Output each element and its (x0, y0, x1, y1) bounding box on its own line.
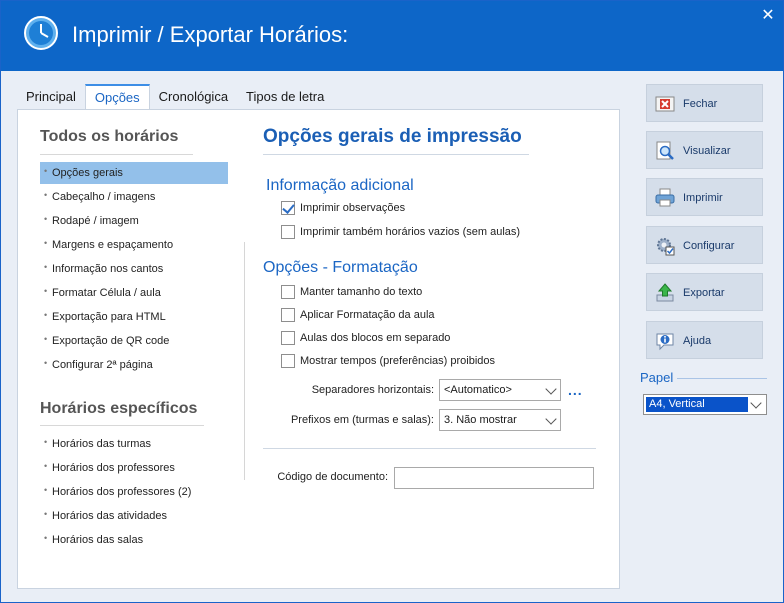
help-button[interactable]: Ajuda (646, 321, 763, 359)
page-title: Opções gerais de impressão (263, 126, 522, 147)
nav-item-horarios-salas[interactable]: Horários das salas (40, 529, 228, 551)
chevron-down-icon (750, 397, 762, 409)
configure-button[interactable]: Configurar (646, 226, 763, 264)
checkbox-box[interactable] (281, 331, 295, 345)
nav-item-cabecalho[interactable]: Cabeçalho / imagens (40, 186, 228, 208)
print-button[interactable]: Imprimir (646, 178, 763, 216)
checkbox-imprimir-vazios[interactable]: Imprimir também horários vazios (sem aul… (281, 223, 520, 241)
nav-item-exportacao-html[interactable]: Exportação para HTML (40, 306, 228, 328)
tab-opcoes[interactable]: Opções (84, 84, 150, 111)
checkbox-label: Aplicar Formatação da aula (300, 309, 435, 321)
close-doc-icon (655, 96, 675, 112)
more-options-button[interactable]: ... (568, 382, 583, 398)
window-title: Imprimir / Exportar Horários: (72, 22, 349, 47)
nav-item-horarios-atividades[interactable]: Horários das atividades (40, 505, 228, 527)
button-label: Ajuda (683, 335, 712, 347)
printer-icon (655, 188, 675, 207)
preview-button[interactable]: Visualizar (646, 131, 763, 169)
prefixes-select[interactable]: 3. Não mostrar (439, 409, 561, 431)
checkbox-label: Imprimir observações (300, 202, 406, 214)
prefixes-label: Prefixos em (turmas e salas): (290, 414, 434, 426)
checkbox-box[interactable] (281, 285, 295, 299)
divider (677, 378, 767, 379)
nav-item-margens[interactable]: Margens e espaçamento (40, 234, 228, 256)
chevron-down-icon (545, 413, 557, 425)
nav-item-rodape[interactable]: Rodapé / imagem (40, 210, 228, 232)
separators-label: Separadores horizontais: (311, 384, 434, 396)
export-icon (656, 283, 674, 302)
section-title-specific: Horários específicos (40, 400, 198, 417)
chevron-down-icon (545, 383, 557, 395)
divider (263, 448, 596, 449)
close-icon[interactable]: ✕ (761, 8, 775, 24)
divider (40, 154, 193, 155)
button-label: Configurar (683, 240, 735, 252)
checkbox-aulas-blocos[interactable]: Aulas dos blocos em separado (281, 329, 450, 347)
checkbox-label: Manter tamanho do texto (300, 286, 423, 298)
separators-value: <Automatico> (444, 384, 512, 396)
prefixes-value: 3. Não mostrar (444, 414, 517, 426)
button-label: Visualizar (683, 145, 731, 157)
paper-value: A4, Vertical (646, 397, 748, 412)
preview-icon (656, 141, 674, 160)
section-title-all: Todos os horários (40, 128, 179, 145)
nav-item-formatar-celula[interactable]: Formatar Célula / aula (40, 282, 228, 304)
nav-item-informacao-cantos[interactable]: Informação nos cantos (40, 258, 228, 280)
paper-select[interactable]: A4, Vertical (643, 394, 767, 415)
export-button[interactable]: Exportar (646, 273, 763, 311)
tab-bar: Principal Opções Cronológica Tipos de le… (17, 84, 333, 111)
checkbox-label: Mostrar tempos (preferências) proibidos (300, 355, 496, 367)
nav-item-opcoes-gerais[interactable]: Opções gerais (40, 162, 228, 184)
divider (40, 425, 204, 426)
checkbox-box[interactable] (281, 225, 295, 239)
checkbox-box[interactable] (281, 201, 295, 215)
vertical-divider (244, 242, 245, 480)
tab-cronologica[interactable]: Cronológica (150, 84, 237, 110)
dialog-window: Imprimir / Exportar Horários: ✕ Principa… (0, 0, 784, 603)
nav-item-horarios-professores[interactable]: Horários dos professores (40, 457, 228, 479)
settings-icon (657, 238, 675, 256)
nav-item-exportacao-qr[interactable]: Exportação de QR code (40, 330, 228, 352)
divider (263, 154, 529, 155)
button-label: Imprimir (683, 192, 723, 204)
separators-select[interactable]: <Automatico> (439, 379, 561, 401)
button-label: Fechar (683, 98, 718, 110)
nav-item-horarios-professores-2[interactable]: Horários dos professores (2) (40, 481, 228, 503)
clock-icon (24, 16, 58, 50)
checkbox-mostrar-tempos[interactable]: Mostrar tempos (preferências) proibidos (281, 352, 495, 370)
doc-code-input[interactable] (394, 467, 594, 489)
checkbox-manter-tamanho[interactable]: Manter tamanho do texto (281, 283, 422, 301)
checkbox-box[interactable] (281, 354, 295, 368)
options-panel: Todos os horários Opções gerais Cabeçalh… (17, 109, 620, 589)
tab-principal[interactable]: Principal (17, 84, 85, 110)
close-button[interactable]: Fechar (646, 84, 763, 122)
checkbox-label: Aulas dos blocos em separado (300, 332, 451, 344)
help-icon (656, 333, 674, 351)
button-label: Exportar (683, 287, 725, 299)
tab-tipos-de-letra[interactable]: Tipos de letra (237, 84, 333, 110)
paper-label: Papel (640, 370, 674, 385)
checkbox-label: Imprimir também horários vazios (sem aul… (300, 226, 521, 238)
checkbox-imprimir-observacoes[interactable]: Imprimir observações (281, 199, 405, 217)
info-heading: Informação adicional (266, 177, 414, 194)
checkbox-aplicar-formatacao[interactable]: Aplicar Formatação da aula (281, 306, 435, 324)
format-heading: Opções - Formatação (263, 259, 418, 276)
nav-item-horarios-turmas[interactable]: Horários das turmas (40, 433, 228, 455)
doc-code-label: Código de documento: (277, 471, 388, 483)
title-bar: Imprimir / Exportar Horários: ✕ (1, 1, 783, 71)
nav-item-configurar-2-pagina[interactable]: Configurar 2ª página (40, 354, 228, 376)
checkbox-box[interactable] (281, 308, 295, 322)
